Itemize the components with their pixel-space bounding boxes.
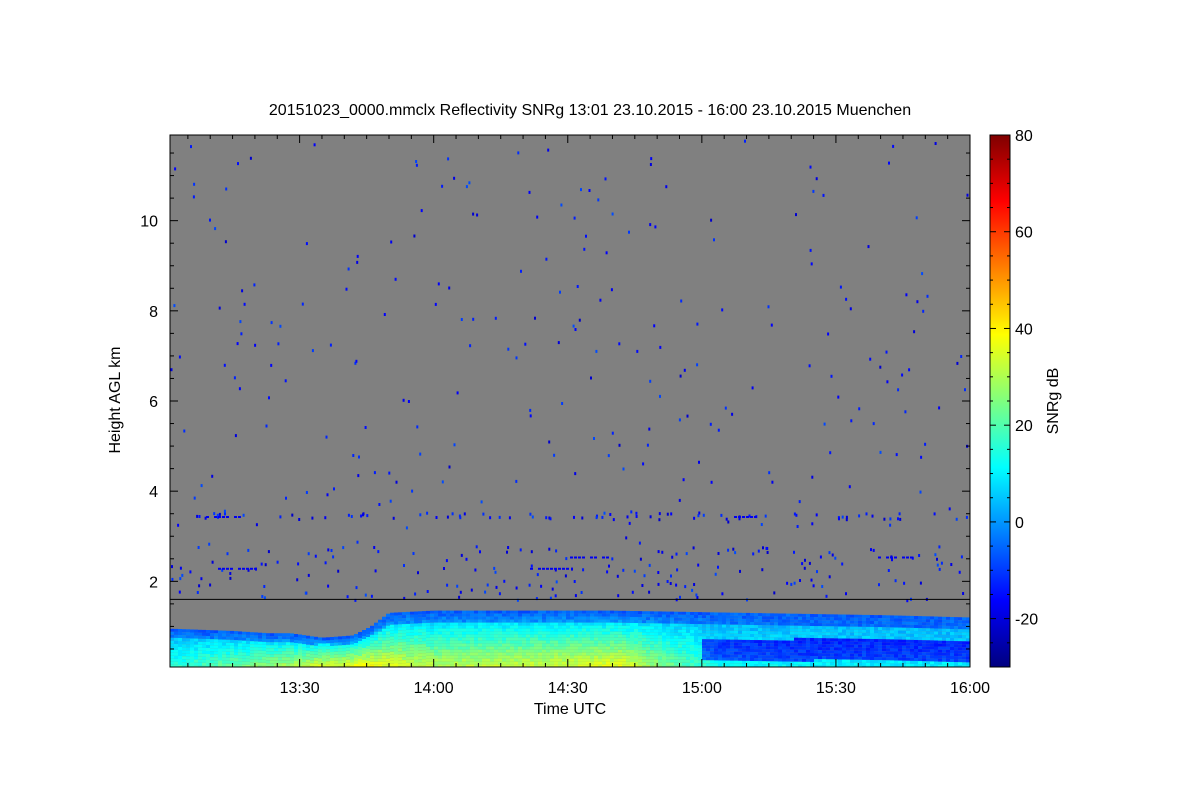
x-tick-label: 16:00 — [950, 680, 990, 697]
y-tick-label: 2 — [149, 574, 158, 591]
x-axis-label: Time UTC — [534, 701, 606, 718]
colorbar-tick-label: 40 — [1015, 321, 1033, 338]
colorbar-tick-label: 0 — [1015, 515, 1024, 532]
y-tick-label: 8 — [149, 304, 158, 321]
y-axis-label: Height AGL km — [107, 346, 124, 453]
colorbar-tick-label: -20 — [1015, 612, 1038, 629]
x-tick-label: 13:30 — [280, 680, 320, 697]
chart-title: 20151023_0000.mmclx Reflectivity SNRg 13… — [269, 102, 911, 119]
y-tick-label: 4 — [149, 484, 158, 501]
y-tick-label: 6 — [149, 394, 158, 411]
radar-chart: 20151023_0000.mmclx Reflectivity SNRg 13… — [107, 102, 1062, 718]
x-tick-label: 15:00 — [682, 680, 722, 697]
y-tick-label: 10 — [140, 214, 158, 231]
colorbar-tick-label: 80 — [1015, 128, 1033, 145]
x-tick-label: 14:00 — [414, 680, 454, 697]
colorbar-tick-label: 60 — [1015, 225, 1033, 242]
plot-area — [170, 135, 970, 667]
colorbar-label: SNRg dB — [1045, 368, 1062, 435]
x-tick-label: 14:30 — [548, 680, 588, 697]
colorbar-tick-label: 20 — [1015, 418, 1033, 435]
x-tick-label: 15:30 — [816, 680, 856, 697]
